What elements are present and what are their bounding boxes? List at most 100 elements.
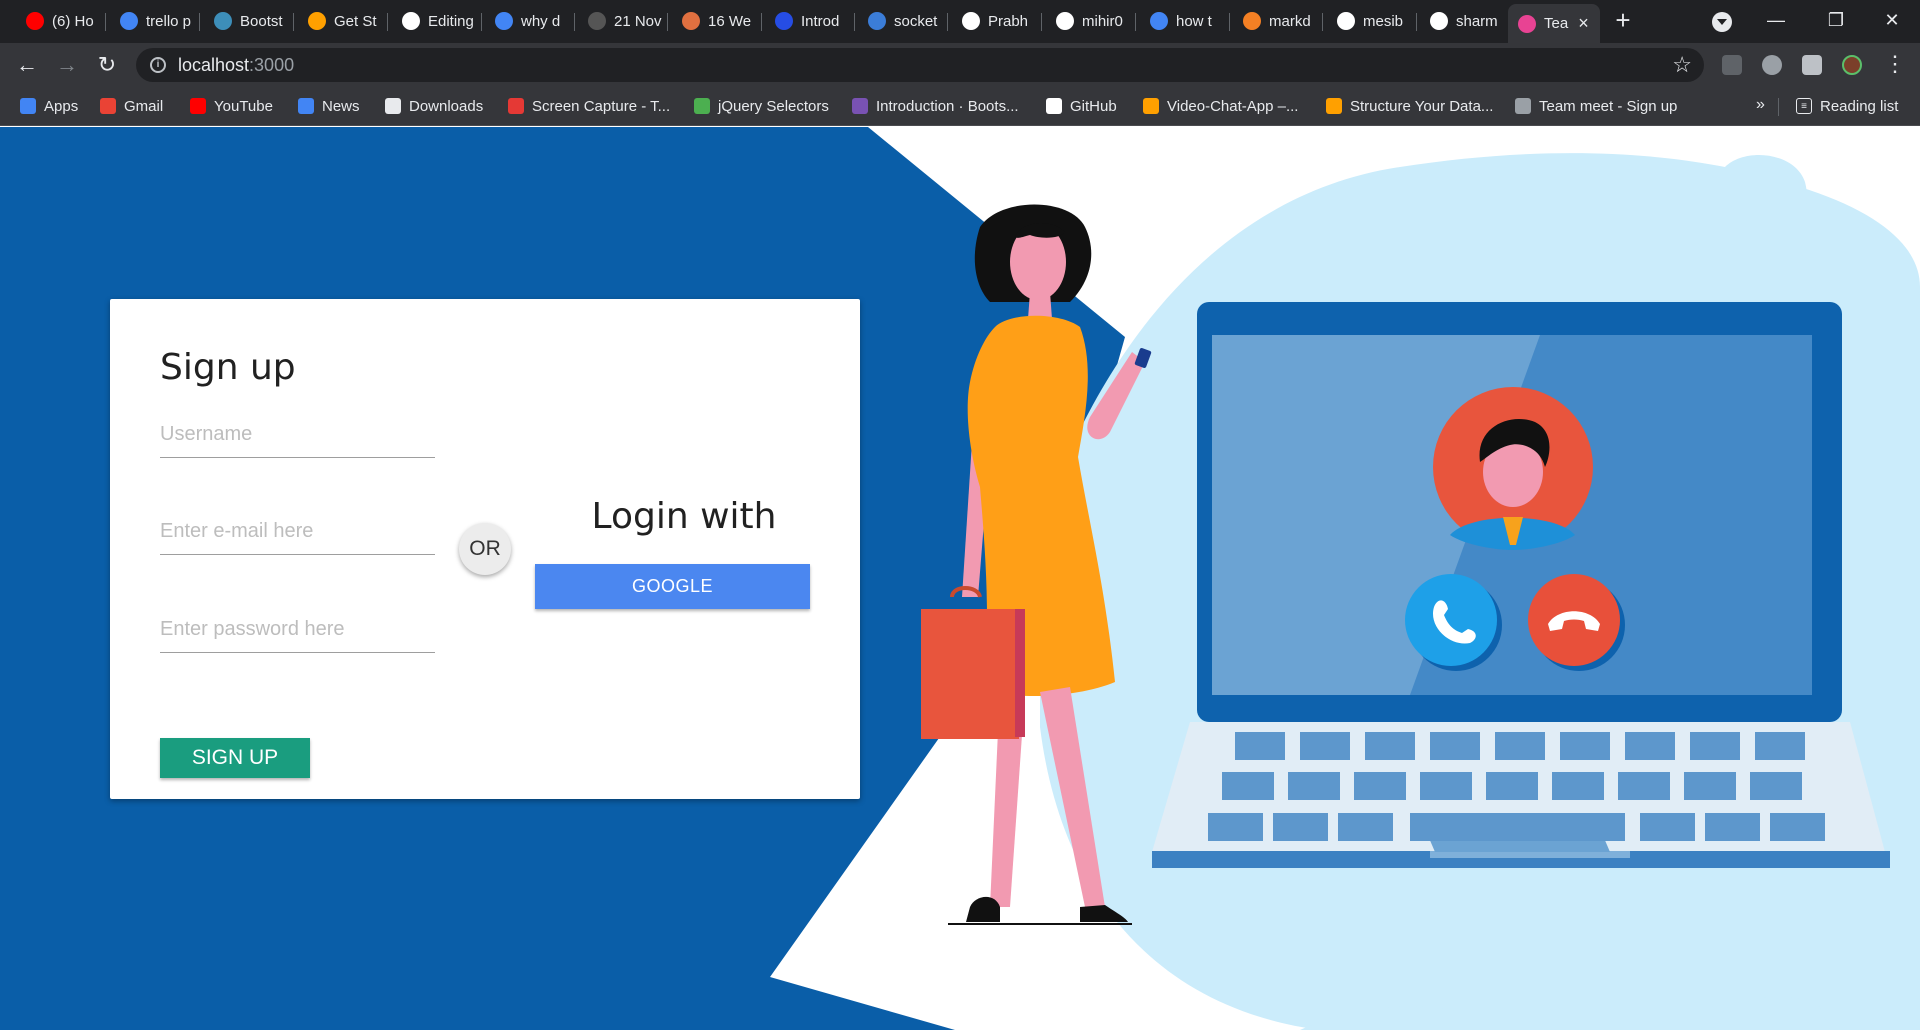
gear-extension-icon[interactable] bbox=[1762, 55, 1782, 75]
bookmark-item[interactable]: YouTube bbox=[190, 96, 273, 116]
bookmark-item[interactable]: Introduction · Boots... bbox=[852, 96, 1019, 116]
stackoverflow-icon bbox=[1243, 12, 1261, 30]
tab-title: (6) Ho bbox=[52, 12, 94, 30]
signup-button[interactable]: SIGN UP bbox=[160, 738, 310, 778]
email-input[interactable] bbox=[160, 509, 435, 555]
browser-tab[interactable]: (6) Ho bbox=[16, 6, 106, 36]
github-icon bbox=[1337, 12, 1355, 30]
woman-shoe-left bbox=[966, 896, 1000, 922]
browser-tab[interactable]: Introd bbox=[765, 6, 855, 36]
github-icon bbox=[962, 12, 980, 30]
bookmark-star-icon[interactable]: ☆ bbox=[1672, 52, 1692, 78]
browser-tab[interactable]: Editing bbox=[392, 6, 482, 36]
bootstrap-icon bbox=[852, 98, 868, 114]
keyboard-key bbox=[1486, 772, 1538, 800]
laptop-keys bbox=[1208, 732, 1825, 841]
browser-menu-icon[interactable]: ⋮ bbox=[1884, 51, 1906, 77]
ublock-icon[interactable] bbox=[1722, 55, 1742, 75]
minimize-button[interactable]: — bbox=[1746, 0, 1806, 40]
browser-tab[interactable]: mesib bbox=[1327, 6, 1417, 36]
tab-title: mihir0 bbox=[1082, 12, 1123, 30]
bookmark-item[interactable]: GitHub bbox=[1046, 96, 1117, 116]
url-text[interactable]: localhost:3000 bbox=[178, 55, 294, 76]
keyboard-key bbox=[1208, 813, 1263, 841]
tab-strip: + — ❐ ✕ (6) Ho trello p Bootst Get St Editin… bbox=[0, 0, 1920, 43]
back-button[interactable]: ← bbox=[13, 51, 41, 79]
tab-search-icon[interactable] bbox=[1712, 12, 1732, 32]
decline-call-icon bbox=[1528, 574, 1620, 666]
reload-button[interactable]: ↻ bbox=[93, 51, 121, 79]
browser-tab[interactable]: markd bbox=[1233, 6, 1323, 36]
laptop-illustration bbox=[1152, 302, 1890, 868]
forward-button[interactable]: → bbox=[53, 51, 81, 79]
site-info-icon[interactable]: i bbox=[150, 57, 166, 73]
browser-tab[interactable]: Prabh bbox=[952, 6, 1042, 36]
browser-tab[interactable]: mihir0 bbox=[1046, 6, 1136, 36]
extensions-puzzle-icon[interactable] bbox=[1802, 55, 1822, 75]
tab-separator bbox=[667, 13, 668, 31]
browser-tab[interactable]: trello p bbox=[110, 6, 200, 36]
tab-title: socket bbox=[894, 12, 938, 30]
google-icon bbox=[495, 12, 513, 30]
bookmark-item[interactable]: Downloads bbox=[385, 96, 483, 116]
tab-separator bbox=[947, 13, 948, 31]
browser-tab[interactable]: Bootst bbox=[204, 6, 294, 36]
github-icon bbox=[1046, 98, 1062, 114]
username-input[interactable] bbox=[160, 412, 435, 458]
browser-tab[interactable]: Tea × bbox=[1508, 4, 1600, 43]
layers-icon bbox=[868, 12, 886, 30]
bookmark-item[interactable]: Screen Capture - T... bbox=[508, 96, 670, 116]
team-meet-icon bbox=[1518, 14, 1536, 33]
bookmark-item[interactable]: News bbox=[298, 96, 360, 116]
reading-list-icon: ≡ bbox=[1796, 98, 1812, 114]
bookmark-label: jQuery Selectors bbox=[718, 97, 829, 115]
url-host: localhost bbox=[178, 55, 250, 75]
google-login-button[interactable]: GOOGLE bbox=[535, 564, 810, 609]
restore-button[interactable]: ❐ bbox=[1806, 0, 1866, 40]
google-icon bbox=[1150, 12, 1168, 30]
keyboard-key bbox=[1625, 732, 1675, 760]
close-tab-icon[interactable]: × bbox=[1578, 13, 1589, 34]
bookmark-label: Apps bbox=[44, 97, 79, 115]
dev-icon bbox=[588, 12, 606, 30]
browser-tab[interactable]: Get St bbox=[298, 6, 388, 36]
password-input[interactable] bbox=[160, 607, 435, 653]
browser-tab[interactable]: socket bbox=[858, 6, 948, 36]
reading-list-button[interactable]: ≡ Reading list bbox=[1796, 96, 1898, 116]
keyboard-key bbox=[1420, 772, 1472, 800]
bookmark-item[interactable]: Structure Your Data... bbox=[1326, 96, 1493, 116]
bookmark-item[interactable]: Team meet - Sign up bbox=[1515, 96, 1677, 116]
tab-separator bbox=[105, 13, 106, 31]
bookmark-item[interactable]: Video-Chat-App –... bbox=[1143, 96, 1298, 116]
signup-card: Sign up SIGN UP OR Login with GOOGLE bbox=[110, 299, 860, 799]
profile-avatar[interactable] bbox=[1842, 55, 1862, 75]
login-with-title: Login with bbox=[591, 496, 777, 537]
signup-title: Sign up bbox=[160, 347, 296, 388]
browser-tab[interactable]: why d bbox=[485, 6, 575, 36]
bookmark-item[interactable]: Gmail bbox=[100, 96, 163, 116]
github-icon bbox=[402, 12, 420, 30]
tab-title: how t bbox=[1176, 12, 1212, 30]
keyboard-key bbox=[1300, 732, 1350, 760]
tab-title: why d bbox=[521, 12, 561, 30]
keyboard-key bbox=[1430, 732, 1480, 760]
screen-capture-icon bbox=[508, 98, 524, 114]
tab-separator bbox=[199, 13, 200, 31]
bookmark-item[interactable]: jQuery Selectors bbox=[694, 96, 829, 116]
browser-tab[interactable]: how t bbox=[1140, 6, 1230, 36]
keyboard-key bbox=[1684, 772, 1736, 800]
keyboard-key bbox=[1273, 813, 1328, 841]
bookmark-item[interactable]: Apps bbox=[20, 96, 78, 116]
tab-title: 21 Nov bbox=[614, 12, 662, 30]
browser-tab[interactable]: 16 We bbox=[672, 6, 762, 36]
new-tab-button[interactable]: + bbox=[1608, 5, 1638, 35]
keyboard-key bbox=[1222, 772, 1274, 800]
address-bar[interactable]: i localhost:3000 ☆ bbox=[136, 48, 1704, 82]
browser-tab[interactable]: sharm bbox=[1420, 6, 1510, 36]
close-window-button[interactable]: ✕ bbox=[1862, 0, 1920, 40]
keyboard-key bbox=[1365, 732, 1415, 760]
tab-title: sharm bbox=[1456, 12, 1498, 30]
bookmarks-overflow-button[interactable]: » bbox=[1756, 96, 1765, 114]
browser-tab[interactable]: 21 Nov bbox=[578, 6, 668, 36]
tab-separator bbox=[854, 13, 855, 31]
